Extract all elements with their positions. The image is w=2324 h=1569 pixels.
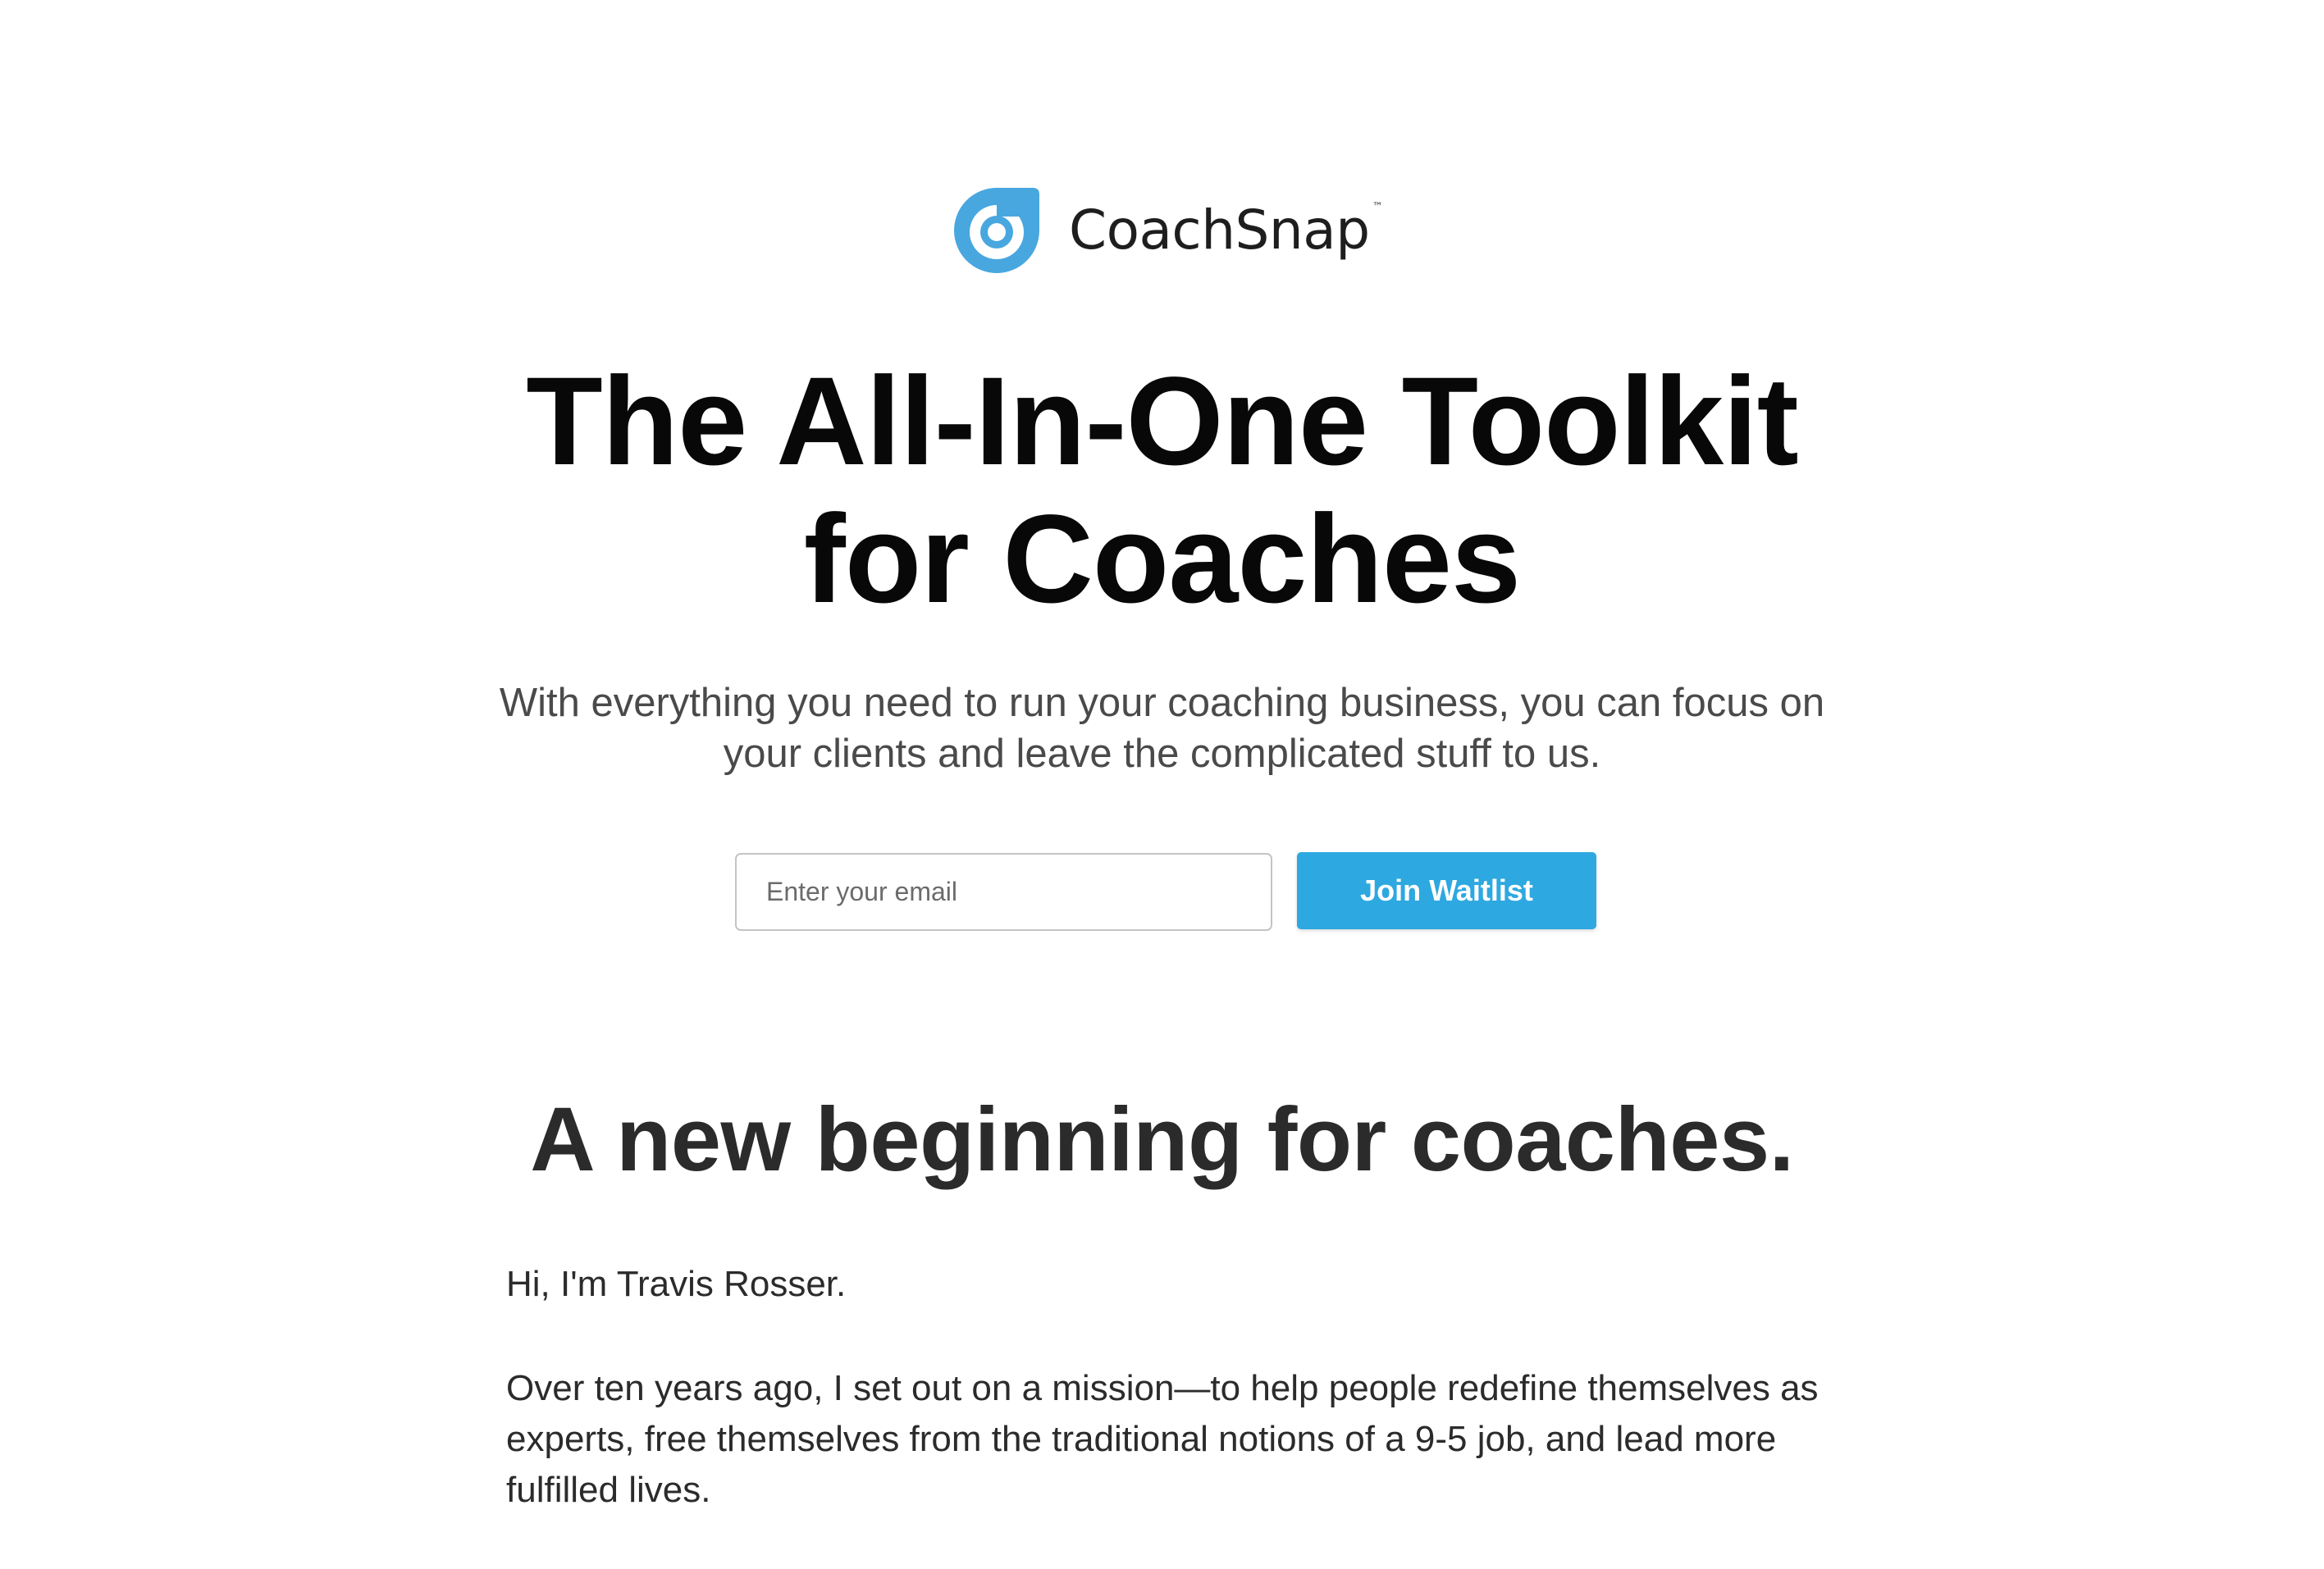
trademark-symbol: ™ (1372, 201, 1383, 213)
landing-page: CoachSnap ™ The All-In-One Toolkit for Co… (0, 0, 2324, 1510)
intro-letter: Hi, I'm Travis Rosser. Over ten years ag… (506, 1259, 1868, 1569)
email-input[interactable] (735, 853, 1272, 931)
coachsnap-logo-icon (954, 187, 1039, 273)
hero-title-line1: The All-In-One Toolkit (526, 351, 1798, 491)
hero-title-line2: for Coaches (803, 489, 1521, 629)
section-heading: A new beginning for coaches. (530, 1089, 1794, 1190)
intro-paragraph: Over ten years ago, I set out on a missi… (506, 1368, 1819, 1510)
hero-subtitle: With everything you need to run your coa… (499, 681, 1825, 776)
brand-logo[interactable]: CoachSnap ™ (947, 179, 1383, 281)
intro-paragraph: Hi, I'm Travis Rosser. (506, 1264, 847, 1304)
join-waitlist-button[interactable]: Join Waitlist (1297, 852, 1596, 929)
hero-title: The All-In-One Toolkit for Coaches (0, 353, 2324, 628)
brand-name: CoachSnap (1069, 198, 1370, 262)
